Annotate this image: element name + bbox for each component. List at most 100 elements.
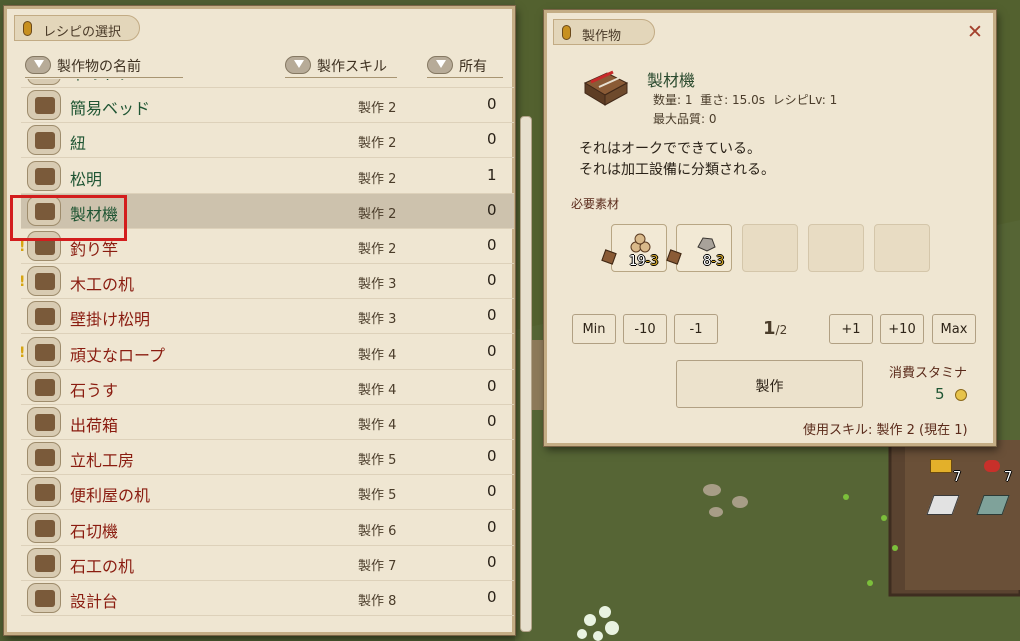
signboard-workshop-icon bbox=[27, 442, 61, 473]
max-button[interactable]: Max bbox=[932, 314, 976, 344]
quantity-display: 1/2 bbox=[763, 318, 787, 339]
recipe-name: 松明 bbox=[70, 169, 103, 189]
recipe-row[interactable]: 紐 製作 2 0 bbox=[21, 123, 514, 159]
recipe-owned-count: 0 bbox=[487, 412, 497, 430]
recipe-owned-count: 0 bbox=[487, 271, 497, 290]
recipe-owned-count: 0 bbox=[487, 130, 497, 149]
recipe-skill: 製作 7 bbox=[358, 558, 397, 574]
recipe-name: 紐 bbox=[70, 134, 87, 154]
material-1-need: -3 bbox=[645, 254, 659, 269]
recipe-row[interactable]: 簡易ベッド 製作 2 0 bbox=[21, 88, 514, 124]
column-header-name[interactable]: 製作物の名前 bbox=[25, 56, 183, 78]
recipe-owned-count: 0 bbox=[487, 447, 497, 466]
material-2-need: -3 bbox=[711, 254, 725, 269]
recipe-skill: 製作 2 bbox=[358, 171, 397, 187]
recipe-row[interactable]: 壁掛け松明 製作 3 0 bbox=[21, 299, 514, 335]
log-icon bbox=[630, 233, 651, 253]
min-button[interactable]: Min bbox=[572, 314, 616, 344]
recipe-owned-count: 0 bbox=[487, 552, 497, 571]
warning-icon: ! bbox=[21, 274, 26, 290]
detail-panel-title-tab: 製作物 bbox=[553, 19, 655, 45]
hotbar-item-berries[interactable] bbox=[984, 460, 1000, 472]
door-icon bbox=[27, 79, 61, 85]
minus10-button[interactable]: -10 bbox=[623, 314, 667, 344]
skill-footer: 使用スキル: 製作 2 (現在 1) bbox=[803, 423, 968, 438]
recipe-list-scrollbar[interactable] bbox=[520, 116, 532, 632]
recipe-skill: 製作 2 bbox=[358, 242, 397, 257]
item-description-1: それはオークでできている。 bbox=[579, 141, 761, 157]
recipe-owned-count: 0 bbox=[487, 306, 497, 325]
recipe-name: 石切機 bbox=[70, 521, 119, 541]
recipe-skill: 製作 2 bbox=[358, 136, 397, 152]
sort-arrow-icon bbox=[427, 56, 453, 74]
recipe-skill: 製作 4 bbox=[358, 347, 397, 363]
recipe-owned-count: 0 bbox=[487, 482, 497, 501]
recipe-skill: 製作 1 bbox=[358, 79, 396, 81]
material-slot-1[interactable]: 19-3 bbox=[611, 224, 667, 272]
recipe-row[interactable]: 便利屋の机 製作 5 0 bbox=[21, 475, 514, 511]
highlight-box bbox=[10, 195, 127, 241]
recipe-row[interactable]: ! 頑丈なロープ 製作 4 0 bbox=[21, 335, 514, 370]
item-description-2: それは加工設備に分類される。 bbox=[579, 162, 775, 178]
recipe-name: 木工の机 bbox=[70, 275, 135, 295]
material-1-have: 19 bbox=[629, 254, 646, 269]
recipe-panel-title-tab: レシピの選択 bbox=[14, 15, 140, 41]
recipe-skill: 製作 3 bbox=[358, 277, 397, 293]
stamina-icon bbox=[955, 389, 967, 401]
stone-icon bbox=[697, 237, 716, 252]
recipe-selection-panel: レシピの選択 製作物の名前 製作スキル 所有 草のドア製作 10簡易ベッド製作 … bbox=[4, 6, 515, 635]
recipe-owned-count: 0 bbox=[487, 95, 497, 114]
material-slot-2[interactable]: 8-3 bbox=[676, 224, 732, 272]
hotbar-count-a: 7 bbox=[953, 470, 962, 485]
hotbar-item-gold[interactable] bbox=[930, 459, 952, 473]
item-stats: 数量: 1 重さ: 15.0s レシピLv: 1 bbox=[653, 93, 838, 107]
recipe-row[interactable]: 草のドア製作 10 bbox=[21, 79, 514, 88]
item-max-quality: 最大品質: 0 bbox=[653, 112, 717, 126]
item-name: 製材機 bbox=[647, 71, 696, 90]
recipe-name: 壁掛け松明 bbox=[70, 310, 151, 330]
recipe-row[interactable]: 設計台 製作 8 0 bbox=[21, 581, 514, 616]
recipe-skill: 製作 5 bbox=[358, 453, 397, 469]
warning-icon: ! bbox=[21, 239, 26, 255]
recipe-row[interactable]: 石工の机 製作 7 0 bbox=[21, 546, 514, 581]
recipe-row[interactable]: 出荷箱 製作 4 0 bbox=[21, 405, 514, 440]
quantity-value: 1 bbox=[763, 318, 776, 339]
recipe-skill: 製作 3 bbox=[358, 312, 397, 328]
recipe-list: 草のドア製作 10簡易ベッド製作 20紐製作 20松明製作 21製材機製作 20… bbox=[21, 79, 514, 631]
recipe-name: 草のドア bbox=[70, 79, 134, 84]
recipe-owned-count: 0 bbox=[487, 341, 497, 360]
plus10-button[interactable]: +10 bbox=[880, 314, 924, 344]
handyman-desk-icon bbox=[27, 477, 61, 508]
sawmill-icon bbox=[583, 70, 629, 106]
plus1-button[interactable]: +1 bbox=[829, 314, 873, 344]
recipe-skill: 製作 6 bbox=[358, 523, 397, 539]
recipe-name: 便利屋の机 bbox=[70, 486, 151, 506]
recipe-owned-count: 1 bbox=[487, 165, 497, 184]
recipe-row[interactable]: ! 木工の机 製作 3 0 bbox=[21, 264, 514, 300]
recipe-row[interactable]: 松明 製作 2 1 bbox=[21, 159, 514, 194]
sturdy-rope-icon bbox=[27, 336, 61, 367]
materials-label: 必要素材 bbox=[571, 197, 620, 211]
minus1-button[interactable]: -1 bbox=[674, 314, 718, 344]
recipe-name: 設計台 bbox=[70, 592, 119, 611]
recipe-skill: 製作 2 bbox=[358, 101, 397, 117]
recipe-row[interactable]: 石うす 製作 4 0 bbox=[21, 370, 514, 405]
recipe-panel-title: レシピの選択 bbox=[43, 25, 122, 40]
close-icon[interactable]: ✕ bbox=[967, 21, 983, 43]
recipe-skill: 製作 2 bbox=[358, 206, 397, 222]
millstone-icon bbox=[27, 371, 61, 402]
recipe-owned-count: 0 bbox=[487, 236, 497, 254]
recipe-row[interactable]: 立札工房 製作 5 0 bbox=[21, 440, 514, 476]
craft-button[interactable]: 製作 bbox=[676, 360, 863, 408]
column-header-skill[interactable]: 製作スキル bbox=[285, 56, 397, 78]
stonecutter-icon bbox=[27, 512, 61, 543]
recipe-name: 石工の机 bbox=[70, 556, 135, 576]
torch-icon bbox=[27, 160, 61, 191]
pin-icon bbox=[23, 21, 32, 36]
recipe-name: 頑丈なロープ bbox=[70, 345, 166, 365]
column-header-owned[interactable]: 所有 bbox=[427, 56, 503, 78]
recipe-skill: 製作 8 bbox=[358, 594, 397, 609]
recipe-row[interactable]: 石切機 製作 6 0 bbox=[21, 511, 514, 546]
recipe-name: 石うす bbox=[70, 380, 119, 400]
warning-icon: ! bbox=[21, 345, 26, 361]
